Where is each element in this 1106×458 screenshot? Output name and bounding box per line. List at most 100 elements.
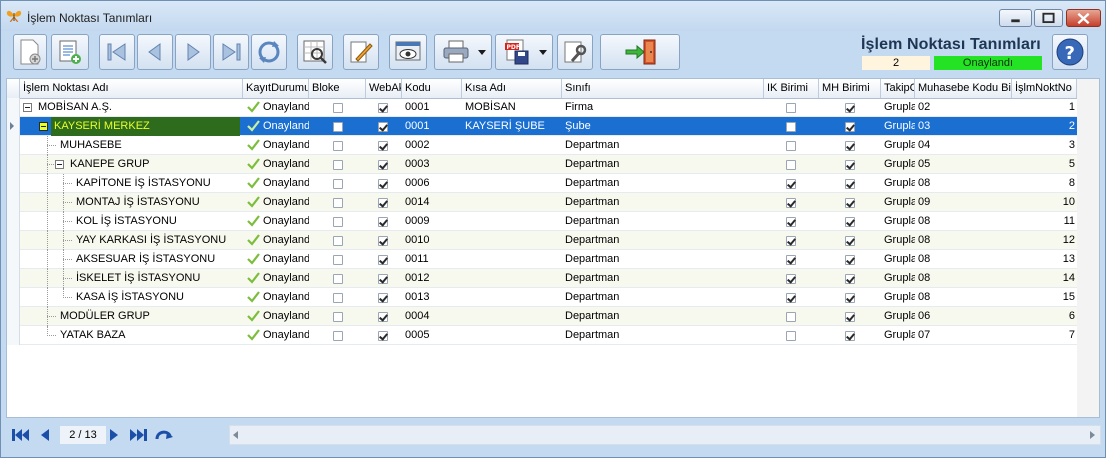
nav-refresh-icon[interactable] bbox=[154, 427, 174, 443]
nav-next-icon[interactable] bbox=[108, 427, 120, 443]
table-row[interactable]: MONTAJ İŞ İSTASYONU Onaylandı 0014 Departma… bbox=[7, 193, 1077, 212]
row-indicator[interactable] bbox=[7, 212, 20, 231]
row-indicator[interactable] bbox=[7, 155, 20, 174]
ik-unit-checkbox[interactable] bbox=[786, 122, 796, 132]
table-row[interactable]: YAY KARKASI İŞ İSTASYONU Onaylandı 0010 Dep… bbox=[7, 231, 1077, 250]
preview-button[interactable] bbox=[389, 34, 427, 70]
add-record-button[interactable] bbox=[51, 34, 89, 70]
web-active-checkbox[interactable] bbox=[378, 274, 388, 284]
print-button[interactable] bbox=[434, 34, 492, 70]
row-indicator[interactable] bbox=[7, 98, 20, 117]
row-indicator[interactable] bbox=[7, 174, 20, 193]
bloke-checkbox[interactable] bbox=[333, 179, 343, 189]
column-header-short-name[interactable]: Kısa Adı bbox=[462, 79, 562, 98]
mh-unit-checkbox[interactable] bbox=[845, 217, 855, 227]
exit-button[interactable] bbox=[600, 34, 680, 70]
nav-prev-icon[interactable] bbox=[39, 427, 51, 443]
column-header-name[interactable]: İşlem Noktası Adı bbox=[20, 79, 243, 98]
mh-unit-checkbox[interactable] bbox=[845, 103, 855, 113]
ik-unit-checkbox[interactable] bbox=[786, 274, 796, 284]
column-header-code[interactable]: Kodu bbox=[402, 79, 462, 98]
ik-unit-checkbox[interactable] bbox=[786, 160, 796, 170]
mh-unit-checkbox[interactable] bbox=[845, 160, 855, 170]
row-indicator[interactable] bbox=[7, 307, 20, 326]
collapse-toggle-icon[interactable] bbox=[23, 103, 32, 112]
web-active-checkbox[interactable] bbox=[378, 198, 388, 208]
column-header-web[interactable]: WebAktif bbox=[366, 79, 402, 98]
web-active-checkbox[interactable] bbox=[378, 255, 388, 265]
refresh-button[interactable] bbox=[251, 34, 287, 70]
mh-unit-checkbox[interactable] bbox=[845, 198, 855, 208]
minimize-button[interactable] bbox=[999, 9, 1032, 27]
bloke-checkbox[interactable] bbox=[333, 103, 343, 113]
export-dropdown-caret[interactable] bbox=[539, 50, 547, 55]
web-active-checkbox[interactable] bbox=[378, 236, 388, 246]
web-active-checkbox[interactable] bbox=[378, 160, 388, 170]
web-active-checkbox[interactable] bbox=[378, 103, 388, 113]
edit-button[interactable] bbox=[343, 34, 379, 70]
maximize-button[interactable] bbox=[1034, 9, 1063, 27]
column-header-status[interactable]: KayıtDurumu bbox=[243, 79, 309, 98]
ik-unit-checkbox[interactable] bbox=[786, 331, 796, 341]
filter-button[interactable] bbox=[297, 34, 333, 70]
table-row[interactable]: KOL İŞ İSTASYONU Onaylandı 0009 Departman Gr… bbox=[7, 212, 1077, 231]
column-header-muhasebe[interactable]: Muhasebe Kodu Bileşeni bbox=[915, 79, 1012, 98]
table-row[interactable]: KANEPE GRUP Onaylandı 0003 Departman Grupla 0… bbox=[7, 155, 1077, 174]
row-indicator[interactable] bbox=[7, 231, 20, 250]
export-pdf-button[interactable]: PDF bbox=[495, 34, 553, 70]
ik-unit-checkbox[interactable] bbox=[786, 217, 796, 227]
mh-unit-checkbox[interactable] bbox=[845, 122, 855, 132]
bloke-checkbox[interactable] bbox=[333, 274, 343, 284]
column-header-mh[interactable]: MH Birimi bbox=[819, 79, 881, 98]
mh-unit-checkbox[interactable] bbox=[845, 236, 855, 246]
web-active-checkbox[interactable] bbox=[378, 217, 388, 227]
bloke-checkbox[interactable] bbox=[333, 160, 343, 170]
nav-last-icon[interactable] bbox=[128, 427, 148, 443]
ik-unit-checkbox[interactable] bbox=[786, 198, 796, 208]
new-record-button[interactable] bbox=[13, 34, 47, 70]
web-active-checkbox[interactable] bbox=[378, 141, 388, 151]
close-button[interactable] bbox=[1066, 9, 1101, 27]
scroll-right-icon[interactable] bbox=[1090, 431, 1096, 439]
column-header-bloke[interactable]: Bloke bbox=[309, 79, 366, 98]
table-row[interactable]: İSKELET İŞ İSTASYONU Onaylandı 0012 Departm… bbox=[7, 269, 1077, 288]
settings-button[interactable] bbox=[557, 34, 593, 70]
table-row[interactable]: MODÜLER GRUP Onaylandı 0004 Departman Grupla… bbox=[7, 307, 1077, 326]
bloke-checkbox[interactable] bbox=[333, 198, 343, 208]
ik-unit-checkbox[interactable] bbox=[786, 179, 796, 189]
column-header-takip[interactable]: TakipGrubu bbox=[881, 79, 915, 98]
first-record-button[interactable] bbox=[99, 34, 135, 70]
table-row[interactable]: KAYSERİ MERKEZ Onaylandı 0001 KAYSERİ ŞUBE Ş… bbox=[7, 117, 1077, 136]
ik-unit-checkbox[interactable] bbox=[786, 103, 796, 113]
mh-unit-checkbox[interactable] bbox=[845, 141, 855, 151]
row-indicator[interactable] bbox=[7, 136, 20, 155]
last-record-button[interactable] bbox=[213, 34, 249, 70]
bloke-checkbox[interactable] bbox=[333, 331, 343, 341]
scroll-left-icon[interactable] bbox=[233, 431, 239, 439]
web-active-checkbox[interactable] bbox=[378, 179, 388, 189]
collapse-toggle-icon[interactable] bbox=[39, 122, 48, 131]
web-active-checkbox[interactable] bbox=[378, 331, 388, 341]
bloke-checkbox[interactable] bbox=[333, 255, 343, 265]
table-row[interactable]: MUHASEBE Onaylandı 0002 Departman Grupla 04 3 bbox=[7, 136, 1077, 155]
mh-unit-checkbox[interactable] bbox=[845, 331, 855, 341]
row-indicator[interactable] bbox=[7, 117, 20, 136]
table-row[interactable]: YATAK BAZA Onaylandı 0005 Departman Grupla 07… bbox=[7, 326, 1077, 345]
web-active-checkbox[interactable] bbox=[378, 312, 388, 322]
help-button[interactable]: ? bbox=[1052, 34, 1088, 70]
mh-unit-checkbox[interactable] bbox=[845, 274, 855, 284]
ik-unit-checkbox[interactable] bbox=[786, 236, 796, 246]
previous-record-button[interactable] bbox=[137, 34, 173, 70]
table-row[interactable]: AKSESUAR İŞ İSTASYONU Onaylandı 0011 Depart… bbox=[7, 250, 1077, 269]
row-indicator[interactable] bbox=[7, 326, 20, 345]
mh-unit-checkbox[interactable] bbox=[845, 255, 855, 265]
bloke-checkbox[interactable] bbox=[333, 293, 343, 303]
table-row[interactable]: MOBİSAN A.Ş. Onaylandı 0001 MOBİSAN Firma Gru… bbox=[7, 98, 1077, 117]
ik-unit-checkbox[interactable] bbox=[786, 312, 796, 322]
mh-unit-checkbox[interactable] bbox=[845, 312, 855, 322]
vertical-scrollbar[interactable] bbox=[1077, 79, 1099, 417]
table-row[interactable]: KAPİTONE İŞ İSTASYONU Onaylandı 0006 Depart… bbox=[7, 174, 1077, 193]
collapse-toggle-icon[interactable] bbox=[55, 160, 64, 169]
bloke-checkbox[interactable] bbox=[333, 236, 343, 246]
row-indicator[interactable] bbox=[7, 193, 20, 212]
